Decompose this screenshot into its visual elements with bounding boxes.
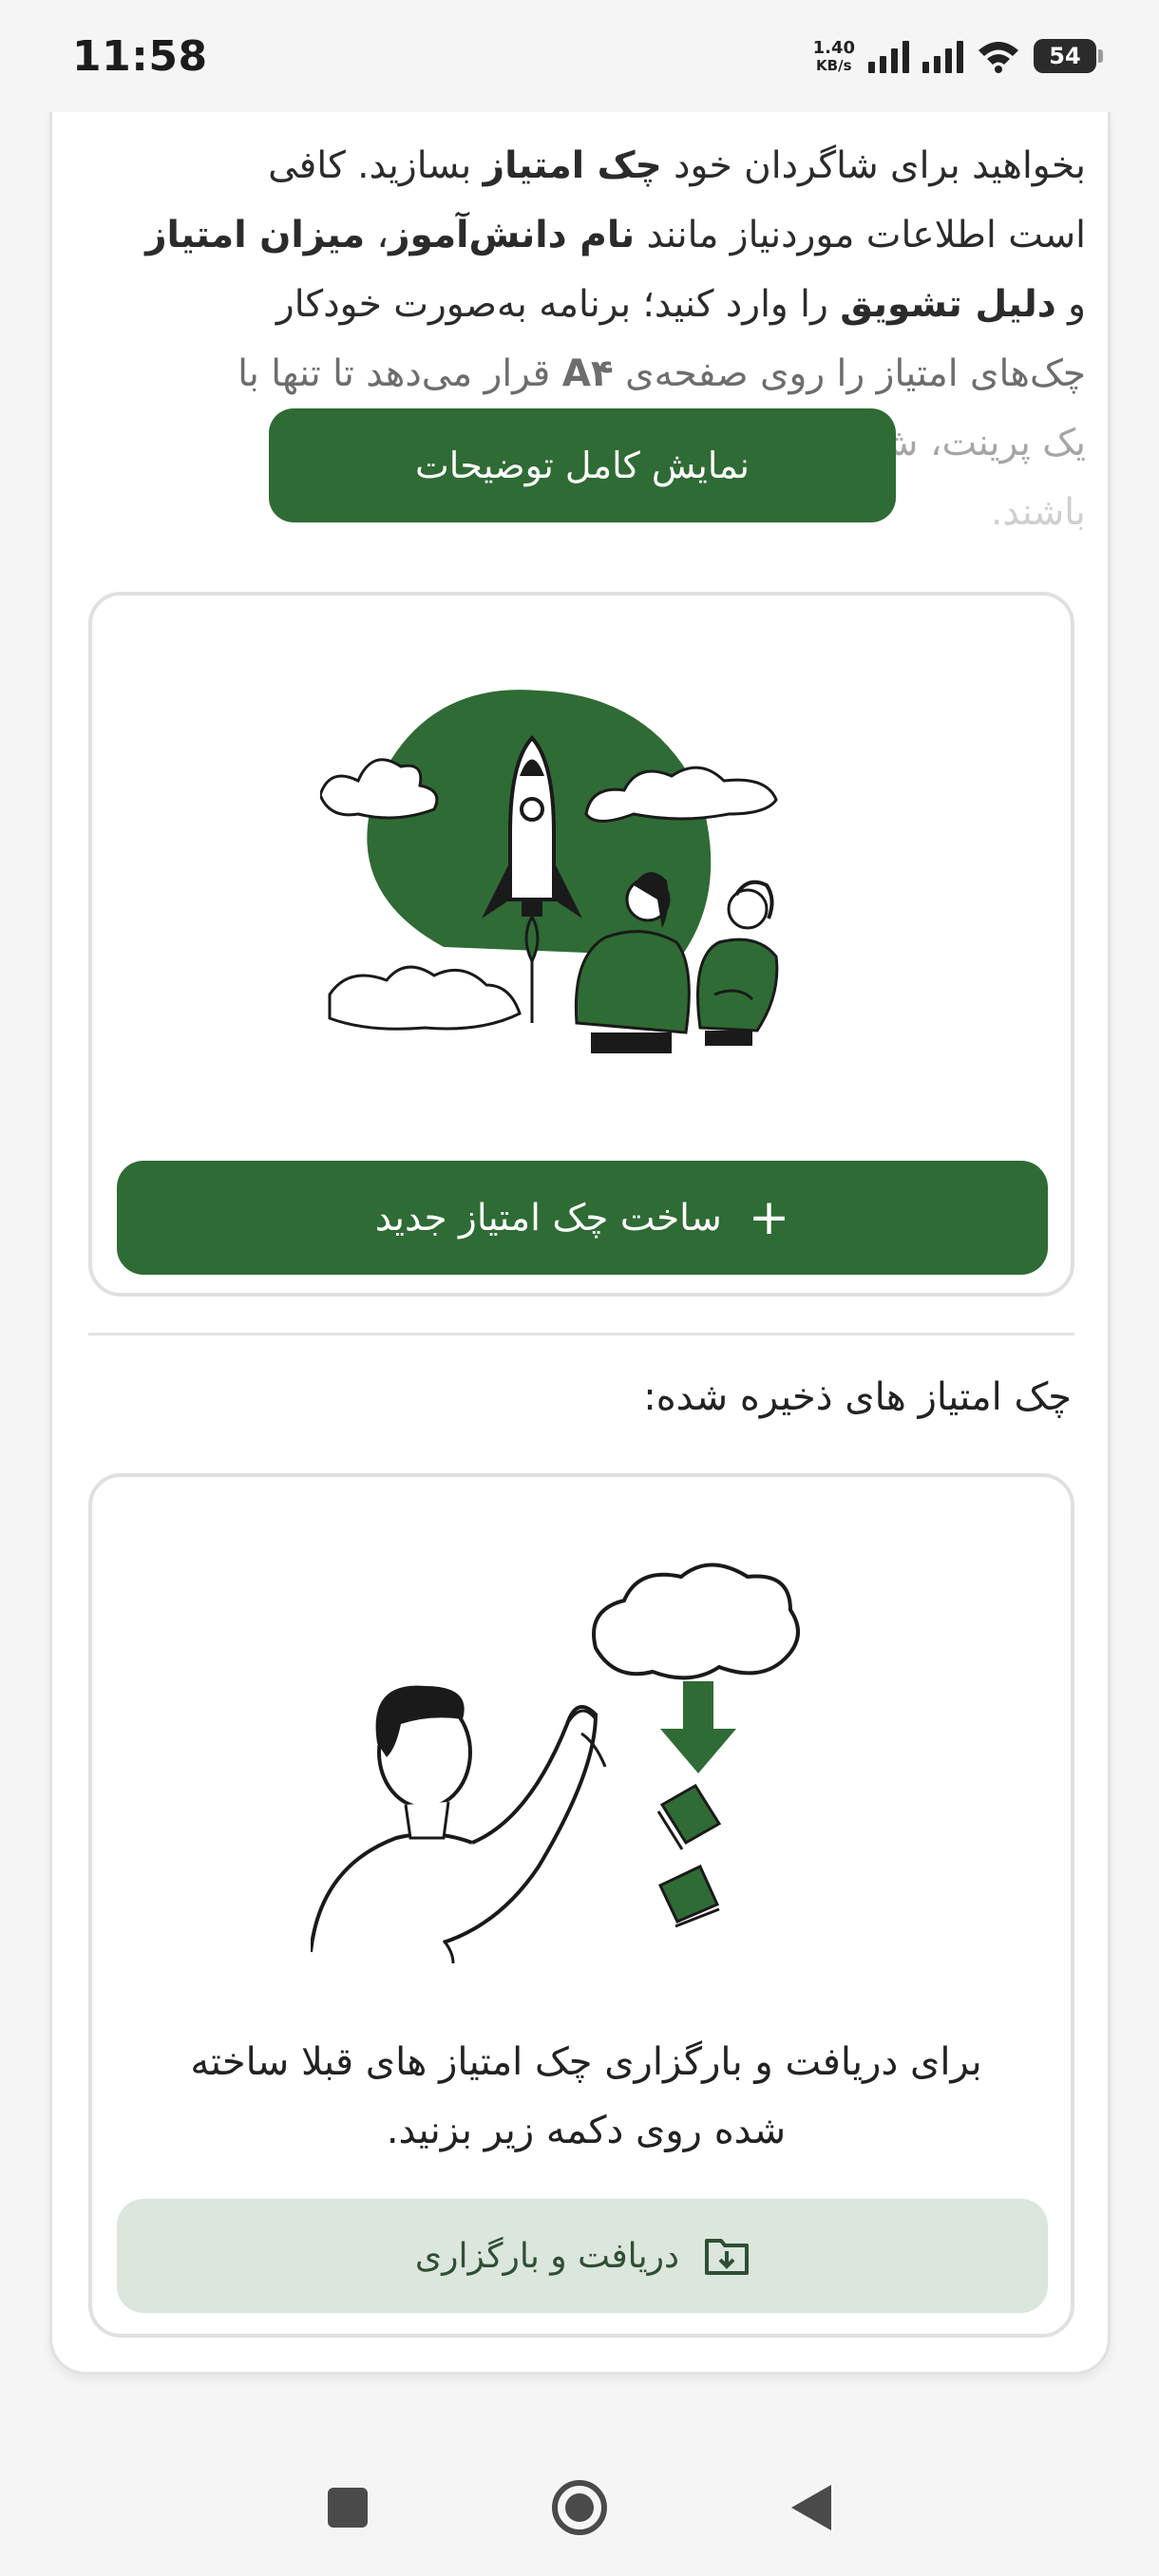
net-speed-unit: KB/s (816, 56, 852, 74)
wifi-icon (978, 42, 1018, 73)
description-text-part: و (1055, 283, 1086, 326)
description-text-part: قرار می‌دهد تا تنها با (238, 352, 562, 395)
net-speed: 1.40 KB/s (812, 37, 855, 74)
home-icon[interactable] (550, 2478, 609, 2537)
description-text-part: یک پرینت، (929, 422, 1086, 464)
signal-icon-1 (868, 39, 909, 73)
description-bold-text: دلیل تشویق (840, 283, 1056, 326)
download-folder-icon (705, 2239, 750, 2275)
show-full-description-button[interactable]: نمایش کامل توضیحات (269, 408, 896, 522)
plus-icon: + (748, 1189, 790, 1246)
battery-level: 54 (1049, 43, 1081, 69)
show-full-description-label: نمایش کامل توضیحات (415, 445, 750, 486)
create-card: + ساخت چک امتیاز جدید (88, 592, 1074, 1297)
create-new-check-label: ساخت چک امتیاز جدید (374, 1196, 722, 1240)
description-text-part: باشند. (990, 491, 1086, 534)
status-icons: 1.40 KB/s 54 (812, 37, 1103, 74)
description-text-part: را وارد کنید؛ برنامه به‌صورت خودکار (276, 283, 841, 326)
section-divider (88, 1333, 1074, 1335)
description-text-part: ، (365, 214, 390, 256)
description-line: و دلیل تشویق را وارد کنید؛ برنامه به‌صور… (88, 270, 1086, 339)
description-bold-text: چک امتیاز (483, 144, 662, 187)
description-line: بخواهید برای شاگردان خود چک امتیاز بسازی… (88, 131, 1086, 200)
battery-icon: 54 (1034, 39, 1103, 73)
status-bar: 11:58 1.40 KB/s 54 (0, 0, 1159, 112)
net-speed-value: 1.40 (812, 37, 855, 58)
status-time: 11:58 (72, 31, 208, 81)
signal-icon-2 (922, 39, 963, 73)
back-icon[interactable] (789, 2483, 833, 2532)
description-text-part: است اطلاعات موردنیاز مانند (635, 214, 1086, 256)
download-upload-label: دریافت و بارگزاری (414, 2236, 680, 2276)
description-bold-text: A۴ (561, 352, 614, 395)
description-text-part: بسازید. کافی (268, 144, 484, 187)
main-card: بخواهید برای شاگردان خود چک امتیاز بسازی… (49, 112, 1111, 2375)
description-bold-text: نام دانش‌آموز (389, 214, 636, 256)
description-text-part (919, 422, 930, 464)
cloud-download-illustration (311, 1563, 800, 1964)
download-upload-button[interactable]: دریافت و بارگزاری (117, 2199, 1048, 2313)
description-line: چک‌های امتیاز را روی صفحه‌ی A۴ قرار می‌د… (88, 339, 1086, 408)
rocket-launch-illustration (320, 690, 779, 1053)
description-text-part: بخواهید برای شاگردان خود (661, 144, 1086, 187)
system-nav-bar (0, 2439, 1159, 2576)
description-bold-text: میزان امتیاز (145, 214, 366, 256)
recent-apps-icon[interactable] (326, 2486, 370, 2529)
create-new-check-button[interactable]: + ساخت چک امتیاز جدید (117, 1161, 1048, 1275)
description-text-part: چک‌های امتیاز را روی صفحه‌ی (613, 352, 1086, 395)
download-card: برای دریافت و بارگزاری چک امتیاز های قبل… (88, 1473, 1074, 2338)
description-line: است اطلاعات موردنیاز مانند نام دانش‌آموز… (88, 200, 1086, 270)
download-description: برای دریافت و بارگزاری چک امتیاز های قبل… (190, 2040, 982, 2152)
saved-checks-title: چک امتیاز های ذخیره شده: (643, 1375, 1072, 1419)
